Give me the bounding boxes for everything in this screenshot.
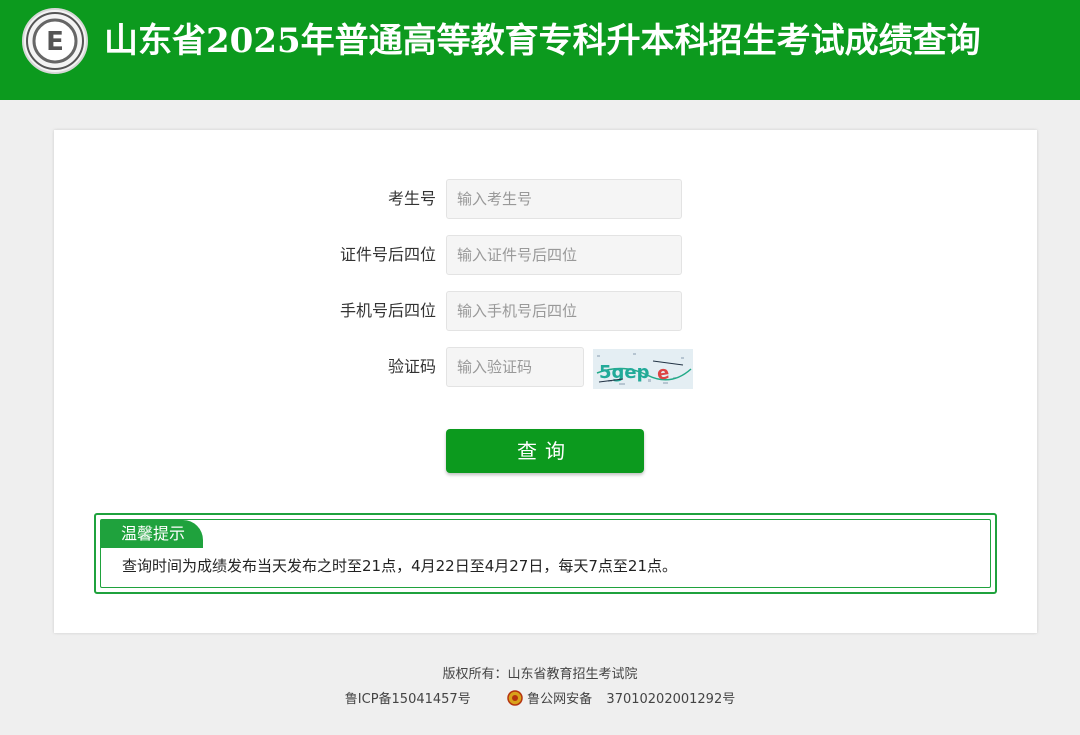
footer-registration: 鲁ICP备15041457号 鲁公网安备 37010202001292号	[0, 690, 1080, 709]
captcha-image[interactable]: 5gep e	[593, 349, 693, 389]
notice-text: 查询时间为成绩发布当天发布之时至21点，4月22日至4月27日，每天7点至21点…	[122, 557, 677, 575]
captcha-text: 5gep	[599, 362, 650, 383]
logo-letter: E	[46, 27, 64, 57]
police-record-number[interactable]: 37010202001292号	[606, 692, 735, 707]
police-badge-icon	[507, 690, 523, 706]
query-button[interactable]: 查询	[446, 429, 644, 473]
captcha-label: 验证码	[387, 357, 436, 376]
exam-number-input[interactable]: 输入考生号	[446, 179, 682, 219]
notice-title: 温馨提示	[101, 520, 203, 548]
site-header: E 山东省2025年普通高等教育专科升本科招生考试成绩查询	[0, 0, 1080, 100]
exam-institute-logo: E	[22, 8, 88, 74]
page-title: 山东省2025年普通高等教育专科升本科招生考试成绩查询	[104, 21, 981, 61]
footer-copyright: 版权所有：山东省教育招生考试院	[442, 667, 638, 682]
police-record-label[interactable]: 鲁公网安备	[527, 692, 592, 707]
id-last4-input[interactable]: 输入证件号后四位	[446, 235, 682, 275]
notice-box: 温馨提示 查询时间为成绩发布当天发布之时至21点，4月22日至4月27日，每天7…	[94, 513, 997, 594]
exam-number-label: 考生号	[387, 189, 436, 208]
id-last4-label: 证件号后四位	[339, 245, 436, 264]
captcha-input[interactable]: 输入验证码	[446, 347, 584, 387]
phone-last4-input[interactable]: 输入手机号后四位	[446, 291, 682, 331]
icp-link[interactable]: 鲁ICP备15041457号	[345, 692, 471, 707]
phone-last4-label: 手机号后四位	[339, 301, 436, 320]
